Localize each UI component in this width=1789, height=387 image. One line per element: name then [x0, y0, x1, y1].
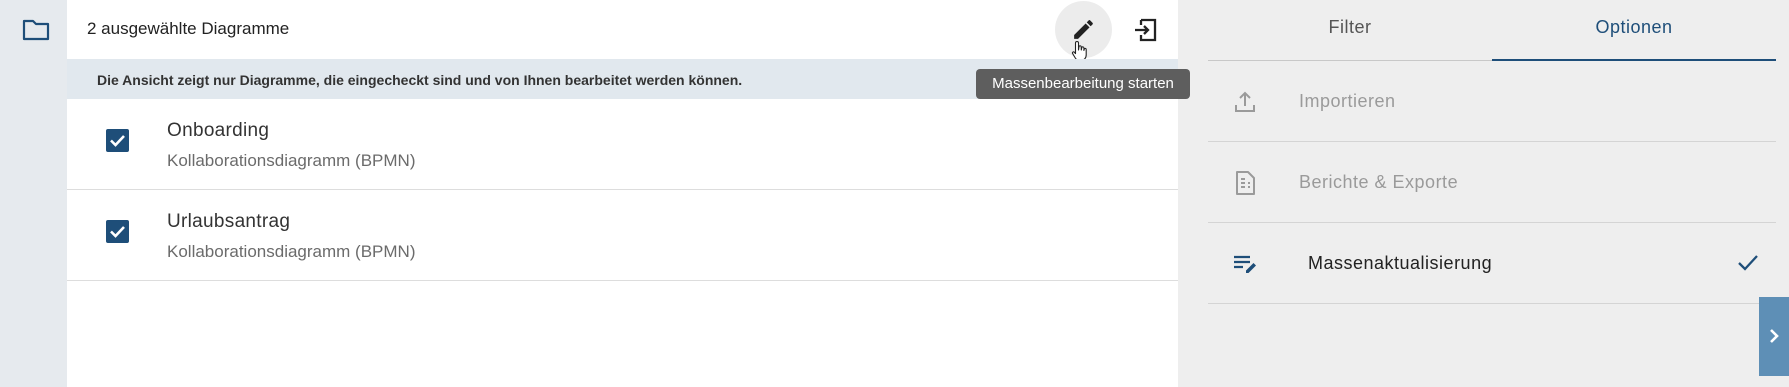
left-rail [0, 0, 67, 387]
option-import[interactable]: Importieren [1208, 61, 1776, 142]
tooltip: Massenbearbeitung starten [976, 69, 1190, 99]
option-label: Berichte & Exporte [1299, 172, 1459, 192]
upload-icon [1232, 89, 1258, 115]
option-mass-update[interactable]: Massenaktualisierung [1208, 223, 1776, 304]
info-text: Die Ansicht zeigt nur Diagramme, die ein… [97, 72, 743, 88]
exit-button[interactable] [1127, 12, 1163, 48]
diagram-list: Onboarding Kollaborationsdiagramm (BPMN)… [67, 99, 1178, 281]
folder-icon[interactable] [22, 16, 50, 42]
item-subtitle: Kollaborationsdiagramm (BPMN) [167, 151, 416, 170]
tab-options[interactable]: Optionen [1492, 0, 1776, 61]
right-panel: Filter Optionen Importieren Berichte & E… [1178, 0, 1789, 387]
check-icon [1735, 250, 1761, 281]
tab-bar: Filter Optionen [1208, 0, 1776, 61]
list-item: Urlaubsantrag Kollaborationsdiagramm (BP… [67, 190, 1178, 281]
option-label: Massenaktualisierung [1308, 253, 1493, 273]
tab-filter[interactable]: Filter [1208, 0, 1492, 61]
report-icon [1232, 170, 1258, 196]
item-checkbox[interactable] [106, 129, 129, 152]
page-title: 2 ausgewählte Diagramme [87, 19, 290, 38]
item-subtitle: Kollaborationsdiagramm (BPMN) [167, 242, 416, 261]
item-checkbox[interactable] [106, 220, 129, 243]
list-item: Onboarding Kollaborationsdiagramm (BPMN) [67, 99, 1178, 190]
option-reports-exports[interactable]: Berichte & Exporte [1208, 142, 1776, 223]
main-panel: 2 ausgewählte Diagramme Die Ansicht zeig… [67, 0, 1178, 387]
expand-panel-button[interactable] [1759, 297, 1789, 376]
item-title: Onboarding [167, 120, 270, 141]
edit-list-icon [1232, 251, 1258, 277]
main-header: 2 ausgewählte Diagramme [67, 0, 1178, 62]
option-label: Importieren [1299, 91, 1396, 111]
item-title: Urlaubsantrag [167, 211, 291, 232]
